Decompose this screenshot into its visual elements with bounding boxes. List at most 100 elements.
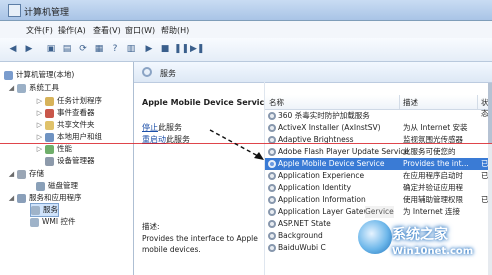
service-row[interactable]: ActiveX Installer (AxInstSV) 为从 Internet … [265, 122, 492, 134]
tree-storage[interactable]: ◢ 存储 [8, 168, 44, 180]
service-name: Adaptive Brightness [278, 135, 354, 144]
overlay-label: Gervice [365, 206, 394, 218]
gear-icon [268, 160, 276, 168]
service-row[interactable]: Application Identity 确定并验证应用程 [265, 182, 492, 194]
service-description: 为 Internet 连接 [403, 207, 461, 216]
gear-icon [268, 244, 276, 252]
back-icon[interactable]: ◀ [6, 43, 20, 55]
event-viewer-icon [45, 108, 54, 118]
menu-help[interactable]: 帮助(H) [161, 25, 189, 36]
service-name: Application Layer Gatew [278, 207, 370, 216]
gear-icon [268, 196, 276, 204]
scrollbar-thumb[interactable] [488, 83, 492, 143]
service-row[interactable]: 360 杀毒实时防护加载服务 [265, 110, 492, 122]
service-name: ActiveX Installer (AxInstSV) [278, 123, 381, 132]
menu-bar: 文件(F) 操作(A) 查看(V) 窗口(W) 帮助(H) [0, 21, 492, 39]
service-name: Application Identity [278, 183, 352, 192]
watermark: 系统之家 Win10net.com [356, 218, 492, 275]
show-tree-icon[interactable]: ▤ [60, 43, 74, 55]
menu-window[interactable]: 窗口(W) [125, 25, 155, 36]
collapse-icon[interactable]: ◢ [8, 168, 15, 180]
service-row[interactable]: Application Experience在应用程序启动时已启 [265, 170, 492, 182]
service-name: Adobe Flash Player Update Service [278, 147, 410, 156]
services-apps-icon [17, 193, 26, 203]
tools-icon [17, 83, 26, 93]
restart-service-icon[interactable]: ▶❚ [190, 43, 204, 55]
toolbar: ◀ ▶ ▣ ▤ ⟳ ▦ ? ▥ ▶ ■ ❚❚ ▶❚ [0, 38, 492, 62]
up-icon[interactable]: ▣ [44, 43, 58, 55]
gear-icon [268, 220, 276, 228]
gear-icon [268, 112, 276, 120]
tree-services-label: 服务 [43, 205, 58, 214]
tree-root[interactable]: 计算机管理(本地) [4, 69, 74, 81]
service-description: 此服务可使您的 [403, 147, 456, 156]
expand-icon[interactable]: ▷ [36, 95, 43, 107]
stop-service-icon[interactable]: ■ [158, 43, 172, 55]
collapse-icon[interactable]: ◢ [8, 192, 15, 204]
menu-action[interactable]: 操作(A) [58, 25, 86, 36]
tree-event-viewer-label: 事件查看器 [57, 108, 95, 117]
start-service-icon[interactable]: ▶ [142, 43, 156, 55]
column-separator[interactable] [399, 95, 400, 109]
tree-system-tools-label: 系统工具 [29, 83, 59, 92]
service-row-selected[interactable]: Apple Mobile Device Service Provides the … [265, 158, 492, 170]
tree-task-scheduler[interactable]: ▷ 任务计划程序 [36, 95, 102, 107]
computer-icon [4, 70, 13, 80]
stop-service-link-line: 停止此服务 [142, 122, 182, 133]
pause-service-icon[interactable]: ❚❚ [174, 43, 189, 55]
expand-icon[interactable]: ▷ [36, 131, 43, 143]
list-header: 名称 描述 状态 [265, 95, 492, 118]
tree-device-manager[interactable]: 设备管理器 [45, 155, 95, 167]
service-row[interactable]: Adaptive Brightness 监视氛围光传感器 [265, 134, 492, 146]
service-description: 为从 Internet 安装 [403, 123, 468, 132]
tree-wmi[interactable]: WMI 控件 [30, 216, 75, 228]
export-icon[interactable]: ▦ [92, 43, 106, 55]
tree-local-users-label: 本地用户和组 [57, 132, 102, 141]
gear-icon [268, 172, 276, 180]
column-description[interactable]: 描述 [403, 97, 418, 108]
tree-task-scheduler-label: 任务计划程序 [57, 96, 102, 105]
tree-local-users[interactable]: ▷ 本地用户和组 [36, 131, 102, 143]
tree-wmi-label: WMI 控件 [42, 217, 76, 226]
menu-file[interactable]: 文件(F) [26, 25, 53, 36]
help-icon[interactable]: ? [108, 43, 122, 55]
tree-system-tools[interactable]: ◢ 系统工具 [8, 82, 59, 94]
gear-icon [268, 148, 276, 156]
services-header: 服务 [134, 62, 492, 83]
gear-icon [268, 124, 276, 132]
forward-icon[interactable]: ▶ [22, 43, 36, 55]
storage-icon [17, 169, 26, 179]
properties-icon[interactable]: ▥ [124, 43, 138, 55]
watermark-line2: Win10net.com [392, 246, 474, 257]
service-row[interactable]: Application Layer Gatew Gervice 为 Internet… [265, 206, 492, 218]
window-title: 计算机管理 [24, 8, 70, 18]
service-name: ASP.NET State [278, 219, 331, 228]
tree-disk-management-label: 磁盘管理 [48, 181, 78, 190]
tree-shared-folders[interactable]: ▷ 共享文件夹 [36, 119, 95, 131]
column-name[interactable]: 名称 [269, 97, 284, 108]
collapse-icon[interactable]: ◢ [8, 82, 15, 94]
tree-performance[interactable]: ▷ 性能 [36, 143, 72, 155]
service-name: 360 杀毒实时防护加载服务 [278, 111, 370, 120]
service-description: 使用辅助管理权限 [403, 195, 463, 204]
expand-icon[interactable]: ▷ [36, 119, 43, 131]
service-row[interactable]: Application Information使用辅助管理权限已启 [265, 194, 492, 206]
service-name: Application Experience [278, 171, 365, 180]
dashed-arrow-icon [209, 129, 264, 160]
services-header-label: 服务 [160, 69, 176, 78]
stop-service-link[interactable]: 停止 [142, 123, 158, 132]
column-separator[interactable] [477, 95, 478, 109]
expand-icon[interactable]: ▷ [36, 143, 43, 155]
selected-service-title: Apple Mobile Device Service [142, 98, 270, 107]
refresh-icon[interactable]: ⟳ [76, 43, 90, 55]
expand-icon[interactable]: ▷ [36, 107, 43, 119]
tree-event-viewer[interactable]: ▷ 事件查看器 [36, 107, 95, 119]
service-name: BaiduWubi C [278, 243, 326, 252]
service-row[interactable]: Adobe Flash Player Update Service 此服务可使您的 [265, 146, 492, 158]
service-name: Background [278, 231, 323, 240]
gear-icon [268, 208, 276, 216]
tree-services[interactable]: 服务 [30, 203, 59, 217]
performance-icon [45, 144, 54, 154]
tree-disk-management[interactable]: 磁盘管理 [36, 180, 78, 192]
menu-view[interactable]: 查看(V) [93, 25, 121, 36]
